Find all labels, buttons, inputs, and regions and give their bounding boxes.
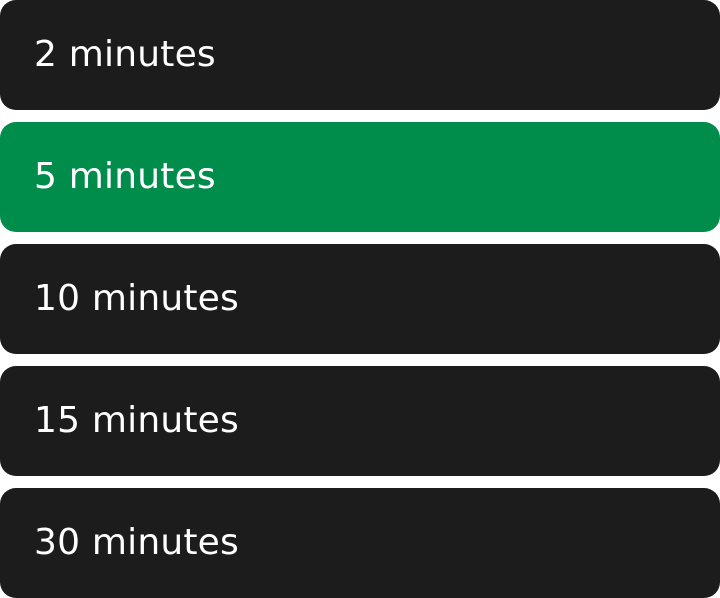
option-label: 5 minutes xyxy=(34,156,216,197)
option-15-minutes[interactable]: 15 minutes xyxy=(0,366,720,476)
option-30-minutes[interactable]: 30 minutes xyxy=(0,488,720,598)
option-label: 2 minutes xyxy=(34,34,216,75)
duration-option-list: 2 minutes 5 minutes 10 minutes 15 minute… xyxy=(0,0,720,598)
option-10-minutes[interactable]: 10 minutes xyxy=(0,244,720,354)
option-label: 10 minutes xyxy=(34,278,239,319)
option-5-minutes[interactable]: 5 minutes xyxy=(0,122,720,232)
option-label: 15 minutes xyxy=(34,400,239,441)
option-label: 30 minutes xyxy=(34,522,239,563)
option-2-minutes[interactable]: 2 minutes xyxy=(0,0,720,110)
